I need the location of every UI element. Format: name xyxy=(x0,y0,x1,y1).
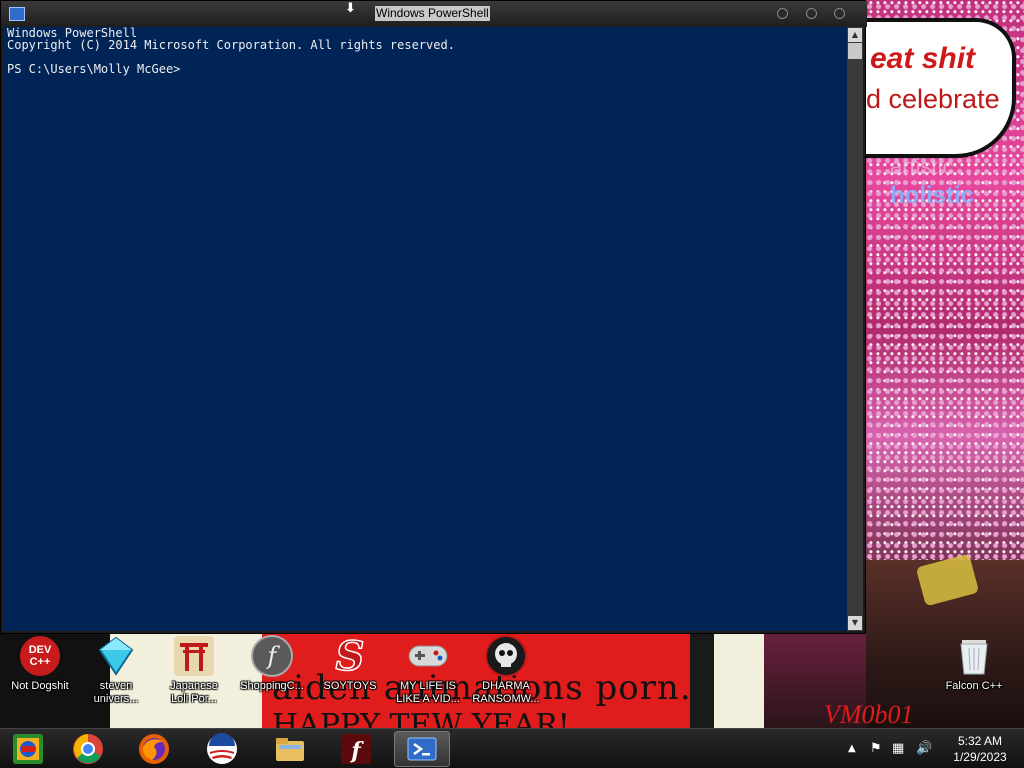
s-logo-icon: S xyxy=(328,634,372,678)
desktop-icon-label: ShoppingC... xyxy=(240,680,304,692)
scroll-down-arrow-icon[interactable]: ▼ xyxy=(848,616,862,630)
title-bar[interactable]: ⬇ Windows PowerShell xyxy=(1,1,867,27)
chevron-up-icon[interactable]: ▲ xyxy=(848,743,856,754)
taskbar-powershell[interactable] xyxy=(394,731,450,767)
desktop-icon-steven[interactable]: steven univers... xyxy=(78,634,154,714)
wallpaper-signature: VM0b01 xyxy=(824,700,914,728)
torii-icon xyxy=(172,634,216,678)
gamepad-icon xyxy=(406,634,450,678)
console-area[interactable]: Windows PowerShell Copyright (C) 2014 Mi… xyxy=(3,27,847,631)
desktop-icon-label: DHARMA RANSOMW... xyxy=(472,680,540,705)
desktop-icon-dharma[interactable]: DHARMA RANSOMW... xyxy=(468,634,544,714)
folder-icon xyxy=(276,738,304,761)
desktop-icon-label: Not Dogshit xyxy=(11,680,69,692)
desktop-icon-not-dogshit[interactable]: DEV C++ Not Dogshit xyxy=(2,634,78,714)
diamond-icon xyxy=(94,634,138,678)
taskbar-obama-logo[interactable] xyxy=(194,731,250,767)
skull-icon xyxy=(484,634,528,678)
close-button[interactable] xyxy=(834,8,845,19)
desktop-icon-soytoys[interactable]: S SOYTOYS xyxy=(312,634,388,714)
recycle-bin-icon xyxy=(952,634,996,678)
svg-text:C++: C++ xyxy=(30,656,51,668)
flag-icon[interactable]: ⚑ xyxy=(870,741,882,756)
network-icon[interactable]: ▦ xyxy=(892,741,904,756)
desktop-icon-label: SOYTOYS xyxy=(323,680,377,692)
flash-f-icon: f xyxy=(341,734,371,764)
console-line: Copyright (C) 2014 Microsoft Corporation… xyxy=(7,38,455,52)
taskbar: f ▲ ⚑ ▦ 🔊 5:32 AM 1/29/2023 xyxy=(0,728,1024,768)
taskbar-firefox[interactable] xyxy=(126,731,182,767)
download-icon: ⬇ xyxy=(345,1,356,16)
scroll-up-arrow-icon[interactable]: ▲ xyxy=(848,28,862,42)
bubble-line1: eat shit xyxy=(870,42,976,75)
obama-logo-icon xyxy=(207,733,237,764)
window-title: Windows PowerShell xyxy=(375,6,490,21)
desktop-icon-label: Falcon C++ xyxy=(945,680,1003,692)
clock-date: 1/29/2023 xyxy=(953,750,1007,764)
powershell-icon xyxy=(407,737,437,761)
desktop-icon-japanese[interactable]: Japanese Loli Por... xyxy=(156,634,232,714)
wallpaper-dark-mid xyxy=(690,632,714,728)
desktop-icon-my-life[interactable]: MY LIFE IS LIKE A VID... xyxy=(390,634,466,714)
svg-text:S: S xyxy=(336,634,365,678)
desktop-icon-label: Japanese Loli Por... xyxy=(170,680,218,705)
svg-text:DEV: DEV xyxy=(29,644,52,656)
taskbar-flash[interactable]: f xyxy=(328,731,384,767)
wallpaper-speech-bubble: eat shit d celebrate xyxy=(866,18,1016,158)
powershell-window[interactable]: ⬇ Windows PowerShell Windows PowerShell … xyxy=(0,0,867,634)
desktop-icon-shopping[interactable]: f ShoppingC... xyxy=(234,634,310,714)
desktop-icon-label: MY LIFE IS LIKE A VID... xyxy=(396,680,460,705)
maximize-button[interactable] xyxy=(806,8,817,19)
powershell-icon[interactable] xyxy=(9,7,25,21)
clock-time: 5:32 AM xyxy=(957,734,1003,748)
minimize-button[interactable] xyxy=(777,8,788,19)
chrome-icon xyxy=(73,734,103,764)
vertical-scrollbar[interactable]: ▲ ▼ xyxy=(847,27,863,631)
dev-cpp-icon: DEV C++ xyxy=(18,634,62,678)
firefox-icon xyxy=(139,734,169,764)
desktop-icon-falcon[interactable]: Falcon C++ xyxy=(936,634,1012,714)
wallpaper-holistic-text: holistic xyxy=(890,182,975,209)
taskbar-chrome[interactable] xyxy=(60,731,116,767)
console-prompt[interactable]: PS C:\Users\Molly McGee> xyxy=(3,63,847,75)
bubble-line2: d celebrate xyxy=(866,84,1000,114)
flash-icon: f xyxy=(250,634,294,678)
clock[interactable]: 5:32 AM 1/29/2023 xyxy=(940,733,1020,765)
volume-icon[interactable]: 🔊 xyxy=(916,741,932,756)
colorful-windows-icon xyxy=(13,734,43,764)
desktop-icon-label: steven univers... xyxy=(93,680,139,705)
start-button[interactable] xyxy=(0,731,56,767)
scrollbar-thumb[interactable] xyxy=(848,43,862,59)
system-tray: ▲ ⚑ ▦ 🔊 xyxy=(840,729,940,768)
taskbar-file-explorer[interactable] xyxy=(262,731,318,767)
